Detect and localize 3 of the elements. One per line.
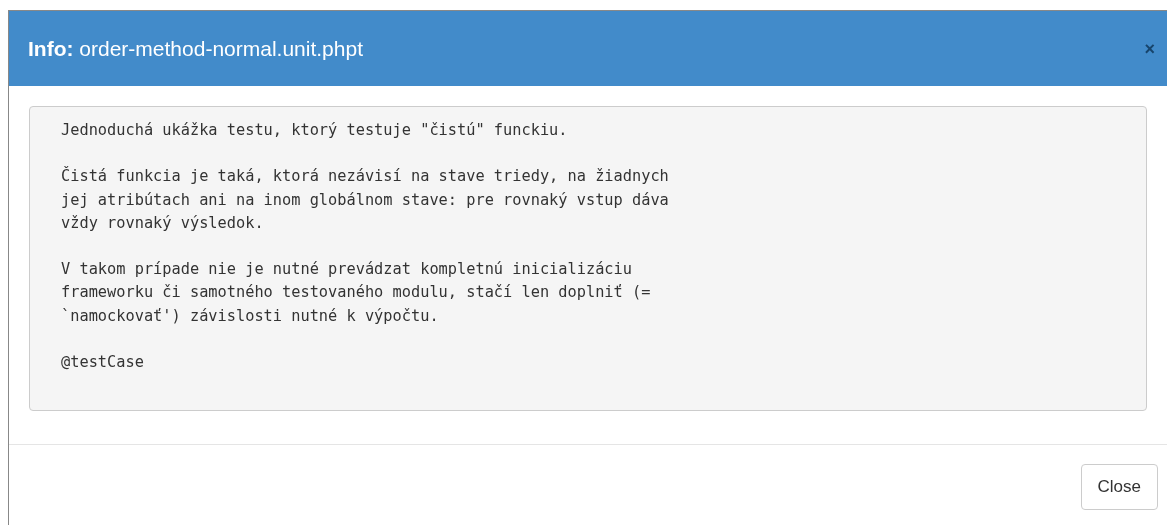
close-button[interactable]: Close [1080,464,1158,510]
modal-title: Info: order-method-normal.unit.phpt [28,38,363,59]
description-block: Jednoduchá ukážka testu, ktorý testuje "čistú" funckiu. Čistá funkcia je taká, ktorá nezávisí na stave triedy, na žiadnych jej atribútach ani na inom globálnom stave: pre rovnaký vstup dáva vždy rovnaký výsledok. V takom prípade nie je nutné prevádzat kompletnú inicializáciu frameworku či samotného testovaného modulu, stačí len doplniť (= `namockovať') závislosti nutné k výpočtu. @testCase [29,106,1147,411]
